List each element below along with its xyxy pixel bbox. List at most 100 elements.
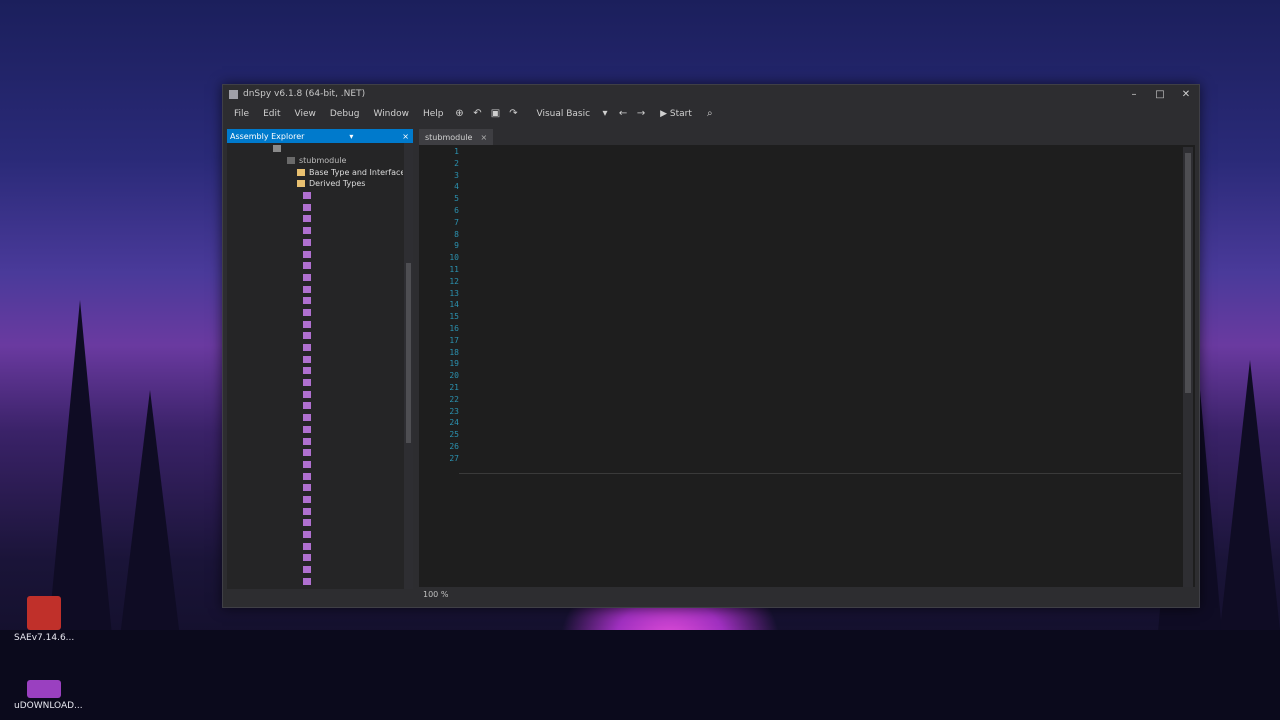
code-line[interactable] [471,253,1181,265]
desktop-icon[interactable]: SAEv7.14.6... [14,596,74,643]
maximize-button[interactable]: □ [1147,89,1173,100]
tree-node[interactable] [227,225,403,237]
tree-node[interactable] [227,318,403,330]
tree-node[interactable] [227,540,403,552]
tree-node[interactable] [227,529,403,541]
close-icon[interactable]: × [480,133,487,142]
tree-node[interactable] [227,283,403,295]
tree-node[interactable] [227,435,403,447]
tree-node[interactable] [227,353,403,365]
tree-node[interactable]: Base Type and Interfaces [227,166,403,178]
tree-node[interactable] [227,459,403,471]
tree-node[interactable] [227,447,403,459]
tree-node[interactable] [227,307,403,319]
tree-node[interactable] [227,330,403,342]
tree-node[interactable] [227,248,403,260]
code-lines[interactable] [471,147,1181,466]
code-line[interactable] [471,336,1181,348]
close-button[interactable]: ✕ [1173,89,1199,100]
code-line[interactable] [471,348,1181,360]
tree-scrollbar[interactable] [404,143,413,589]
close-icon[interactable]: × [398,132,413,141]
code-line[interactable] [471,230,1181,242]
language-select[interactable]: Visual Basic [531,107,597,121]
tree-node[interactable] [227,552,403,564]
code-line[interactable] [471,418,1181,430]
menu-window[interactable]: Window [366,109,416,119]
code-line[interactable] [471,407,1181,419]
tree-node[interactable] [227,388,403,400]
code-line[interactable] [471,442,1181,454]
tree-node[interactable] [227,272,403,284]
code-line[interactable] [471,300,1181,312]
code-line[interactable] [471,194,1181,206]
back-icon[interactable]: ← [617,108,629,120]
tree-node[interactable] [227,482,403,494]
code-line[interactable] [471,206,1181,218]
code-line[interactable] [471,218,1181,230]
tab-stubmodule[interactable]: stubmodule × [419,129,494,145]
tree-node[interactable]: stubmodule [227,155,403,167]
chevron-down-icon[interactable]: ▾ [599,108,611,120]
open-icon[interactable]: ⊕ [454,108,466,120]
tree-node[interactable] [227,295,403,307]
code-line[interactable] [471,159,1181,171]
code-line[interactable] [471,265,1181,277]
redo-icon[interactable]: ↷ [508,108,520,120]
tree-node[interactable] [227,377,403,389]
zoom-level[interactable]: 100 % [423,590,448,599]
code-line[interactable] [471,430,1181,442]
code-line[interactable] [471,147,1181,159]
tree-node[interactable] [227,400,403,412]
tree-node[interactable] [227,470,403,482]
scroll-thumb[interactable] [1185,153,1191,393]
tree-node[interactable]: Derived Types [227,178,403,190]
tree-node[interactable] [227,260,403,272]
code-line[interactable] [471,277,1181,289]
tree-node[interactable] [227,412,403,424]
code-line[interactable] [471,359,1181,371]
tree-node[interactable] [227,201,403,213]
code-area[interactable]: 1 2 3 4 5 6 7 8 9 10 11 12 13 14 15 16 17 18 19 20 21 22 23 24 2… [419,147,1181,587]
tree-node[interactable] [227,517,403,529]
code-line[interactable] [471,241,1181,253]
editor-scrollbar[interactable] [1183,147,1193,587]
code-line[interactable] [471,395,1181,407]
tree-node[interactable] [227,237,403,249]
menu-edit[interactable]: Edit [256,109,287,119]
forward-icon[interactable]: → [635,108,647,120]
code-line[interactable] [471,171,1181,183]
panel-title: Assembly Explorer [230,131,305,141]
dropdown-icon[interactable]: ▾ [345,132,357,141]
tree-node[interactable] [227,424,403,436]
code-line[interactable] [471,383,1181,395]
code-line[interactable] [471,289,1181,301]
assembly-tree[interactable]: stubmodule Base Type and Interfaces Derive… [227,143,403,589]
code-line[interactable] [471,182,1181,194]
menu-view[interactable]: View [288,109,323,119]
menu-file[interactable]: File [227,109,256,119]
undo-icon[interactable]: ↶ [472,108,484,120]
code-line[interactable] [471,312,1181,324]
tree-node[interactable] [227,564,403,576]
menu-help[interactable]: Help [416,109,451,119]
scroll-thumb[interactable] [406,263,411,443]
code-line[interactable] [471,454,1181,466]
tree-node[interactable] [227,213,403,225]
tree-node[interactable] [227,342,403,354]
menu-debug[interactable]: Debug [323,109,367,119]
minimize-button[interactable]: – [1121,89,1147,100]
search-icon[interactable]: ⌕ [704,108,716,120]
code-line[interactable] [471,371,1181,383]
tree-node[interactable] [227,505,403,517]
tree-node-icon [303,402,311,410]
code-line[interactable] [471,324,1181,336]
save-icon[interactable]: ▣ [490,108,502,120]
desktop-icon[interactable]: uDOWNLOAD... [14,680,83,711]
start-button[interactable]: ▶ Start [660,109,692,119]
tree-node[interactable] [227,494,403,506]
tree-node[interactable] [227,575,403,587]
tree-node[interactable] [227,143,403,155]
tree-node[interactable] [227,365,403,377]
tree-node[interactable] [227,190,403,202]
